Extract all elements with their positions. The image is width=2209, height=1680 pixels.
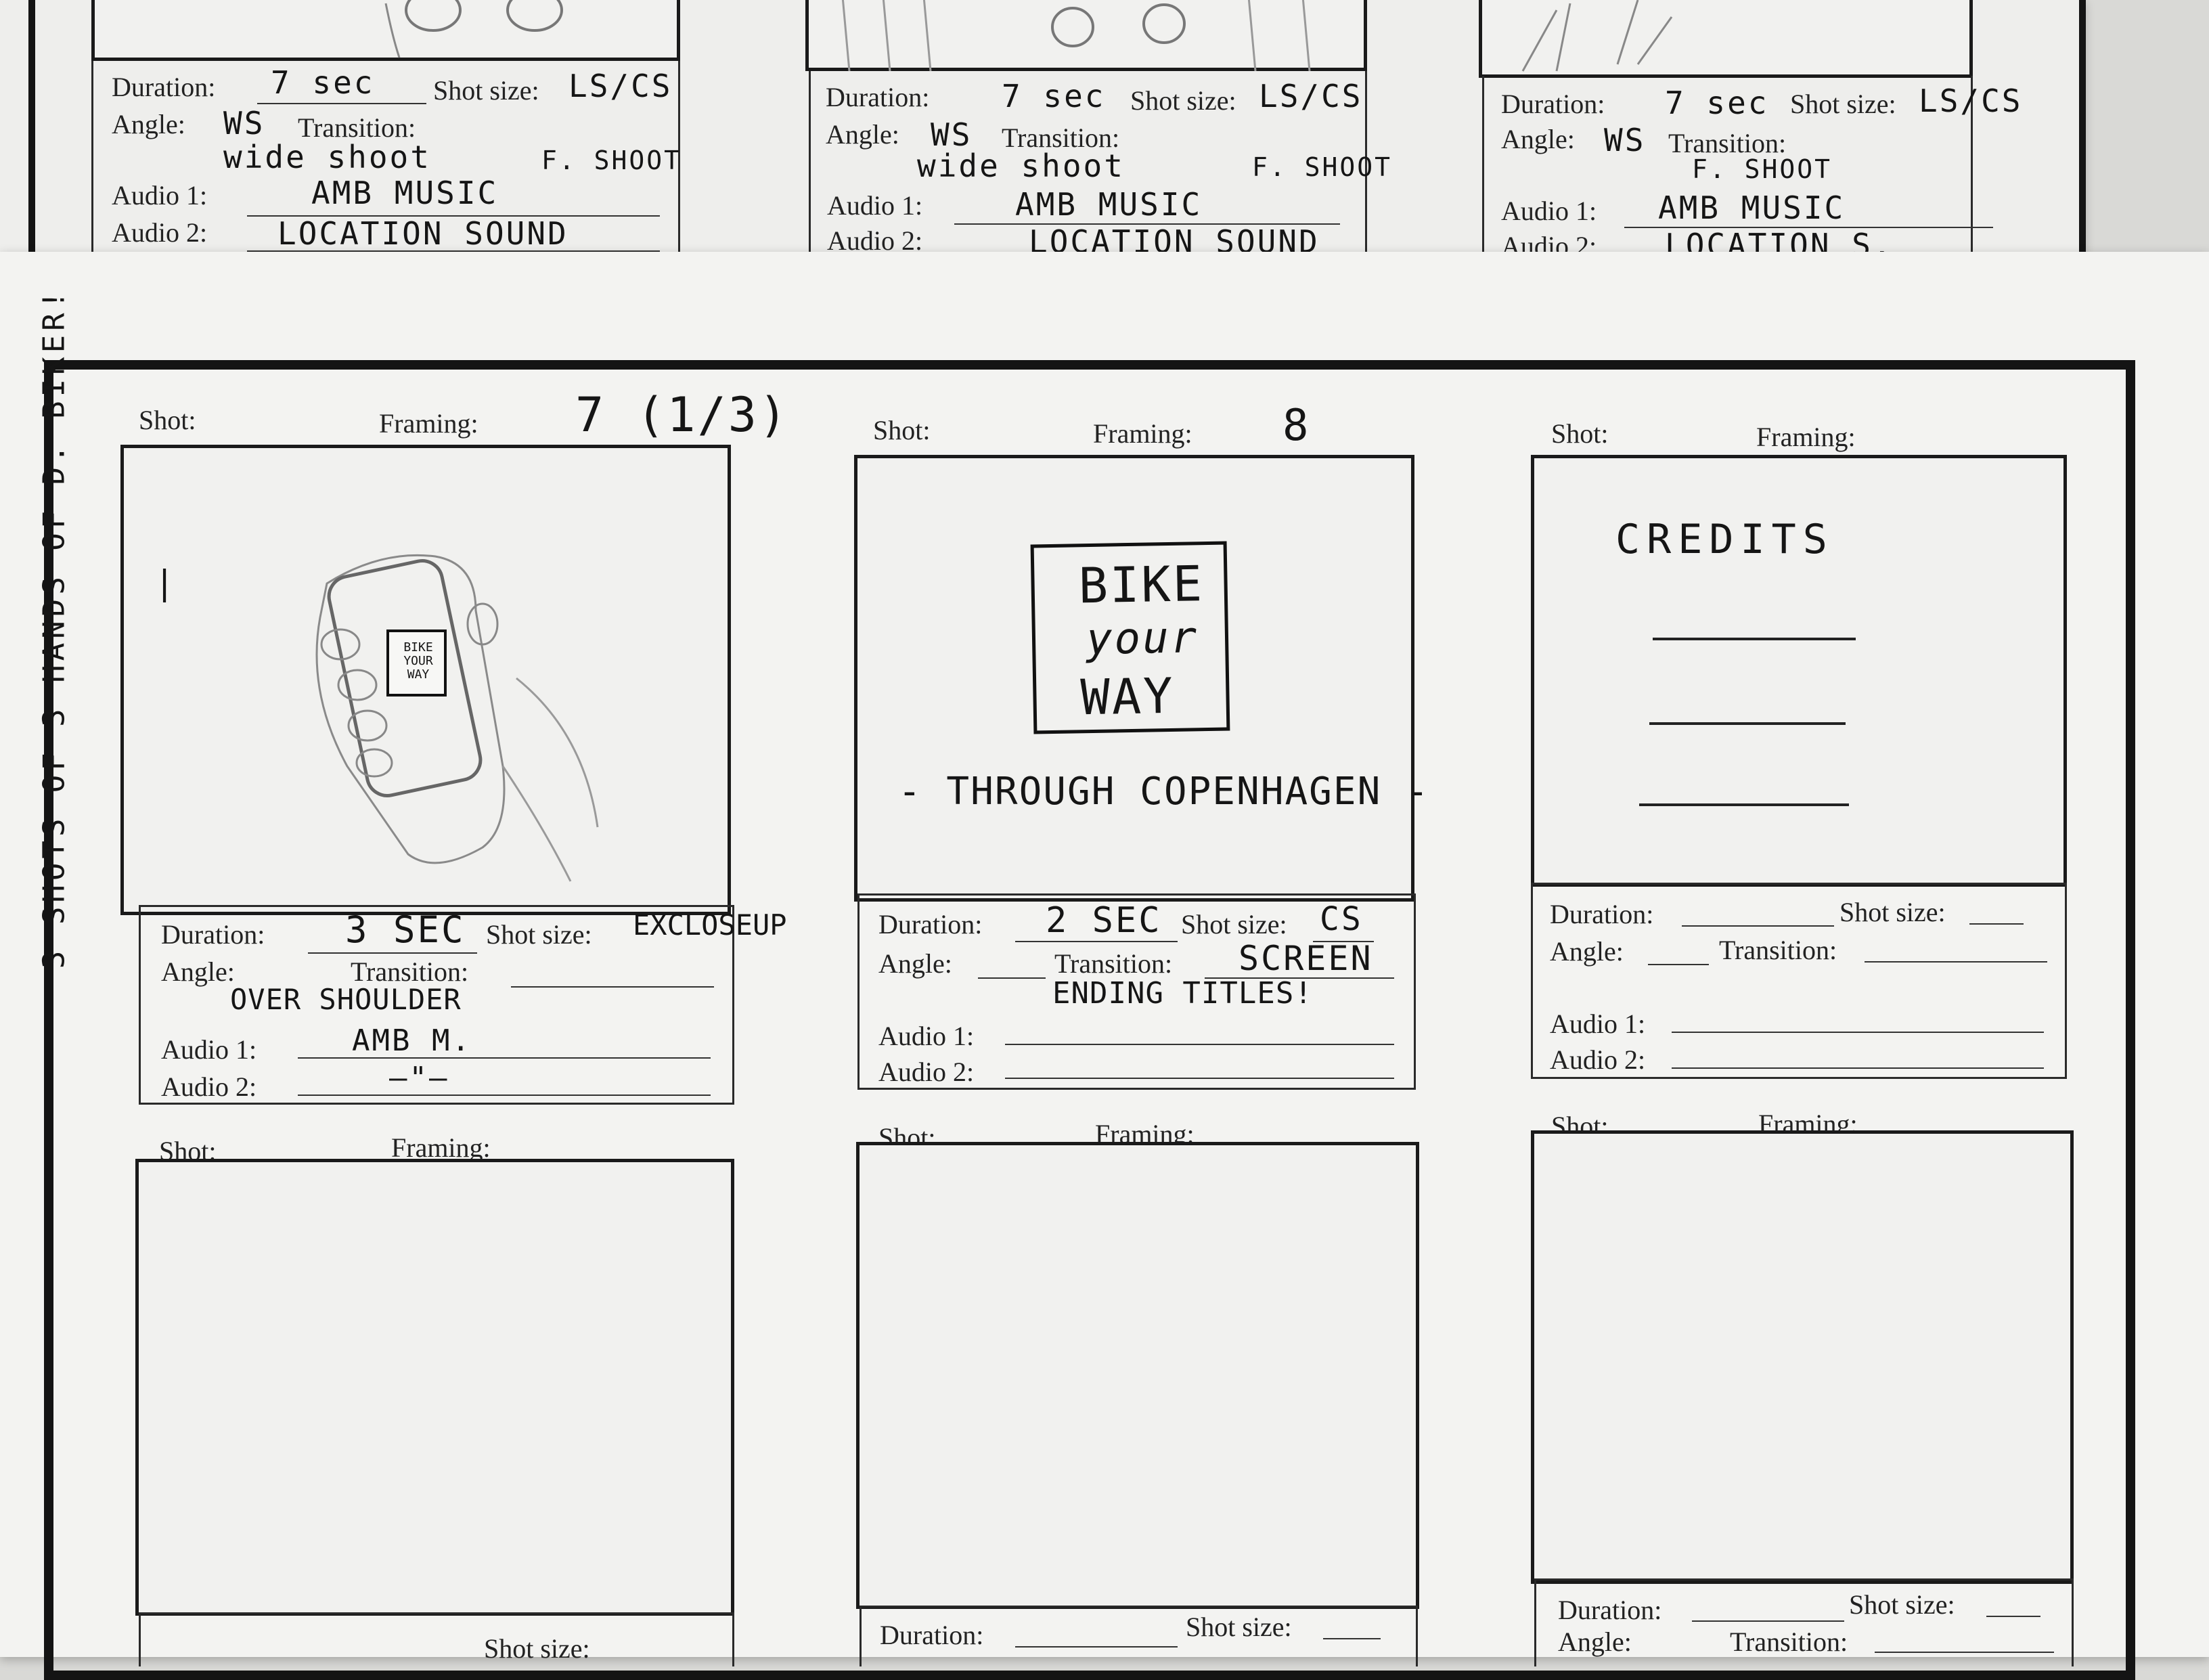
duration-value: 7 sec	[1002, 78, 1106, 114]
shot-size-value: EXCLOSEUP	[633, 908, 787, 942]
shot-size-label: Shot size:	[1130, 85, 1236, 116]
transition-label: Transition:	[1730, 1627, 1848, 1657]
angle-value: WS	[1604, 122, 1646, 158]
transition-note: ENDING TITLES!	[1052, 976, 1313, 1011]
duration-label: Duration:	[880, 1620, 984, 1650]
audio1-label: Audio 1:	[878, 1021, 975, 1051]
bike-sketch	[841, 0, 1311, 72]
shot-size-value: LS/CS	[1259, 78, 1363, 114]
transition-value: SCREEN	[1239, 939, 1373, 978]
duration-label: Duration:	[878, 909, 983, 940]
audio1-label: Audio 1:	[161, 1034, 257, 1065]
panel-4-image	[135, 1159, 734, 1616]
title-card-sign: BIKE your WAY	[1030, 541, 1230, 734]
phone-screen-text: BIKE YOUR WAY	[403, 640, 433, 682]
shot-size-label: Shot size:	[1790, 89, 1896, 119]
duration-value: 2 SEC	[1046, 900, 1162, 941]
title-card-line-3: WAY	[1079, 667, 1176, 726]
shot-size-label: Shot size:	[1849, 1589, 1955, 1620]
transition-label: Transition:	[1719, 935, 1837, 965]
audio1-label: Audio 1:	[1550, 1009, 1646, 1039]
angle-note: wide shoot	[917, 148, 1125, 184]
audio2-label: Audio 2:	[112, 217, 208, 248]
back-panel-3-image	[1479, 0, 1973, 78]
hand-holding-phone-sketch	[315, 554, 599, 882]
shot-label: Shot:	[873, 415, 931, 445]
transition-value: F. SHOOT	[541, 146, 682, 175]
panel-3-image: CREDITS	[1531, 455, 2067, 887]
framing-label: Framing:	[1093, 418, 1192, 449]
audio1-value: AMB MUSIC	[1658, 190, 1846, 226]
panel-6-image	[1531, 1130, 2074, 1584]
duration-label: Duration:	[1558, 1595, 1662, 1625]
framing-note: 8	[1282, 401, 1311, 451]
shot-size-label: Shot size:	[486, 919, 592, 950]
panel-5-image	[856, 1142, 1419, 1609]
shot-size-value: LS/CS	[1919, 83, 2023, 119]
panel-1-image: | BIKE YOUR WAY	[120, 445, 731, 915]
shot-size-label: Shot size:	[1181, 909, 1287, 940]
audio2-label: Audio 2:	[161, 1071, 257, 1102]
back-storyboard-sheet: Duration: 7 sec Shot size: LS/CS Angle: …	[0, 0, 2086, 305]
credits-line-2	[1649, 722, 1846, 725]
shot-label: Shot:	[1551, 418, 1609, 449]
shot-size-label: Shot size:	[484, 1633, 590, 1664]
duration-label: Duration:	[112, 72, 216, 102]
transition-value: F. SHOOT	[1252, 152, 1393, 182]
duration-label: Duration:	[826, 82, 930, 112]
angle-note: OVER SHOULDER	[230, 983, 462, 1016]
duration-value: 7 sec	[1665, 85, 1769, 121]
angle-label: Angle:	[161, 956, 235, 987]
audio1-value: AMB MUSIC	[311, 175, 499, 211]
angle-label: Angle:	[878, 948, 952, 979]
framing-note: 7 (1/3)	[575, 387, 790, 443]
framing-label: Framing:	[1756, 422, 1856, 452]
shot-size-value: LS/CS	[568, 68, 673, 104]
shot-size-label: Shot size:	[1839, 897, 1946, 927]
audio2-value: —"—	[389, 1061, 449, 1095]
audio2-value: LOCATION SOUND	[277, 215, 568, 252]
angle-label: Angle:	[112, 109, 185, 139]
credits-line-3	[1639, 803, 1849, 806]
angle-value: WS	[223, 105, 265, 141]
title-subtitle: - THROUGH COPENHAGEN -	[898, 770, 1430, 814]
audio1-value: AMB M.	[352, 1023, 472, 1058]
audio2-label: Audio 2:	[1550, 1044, 1646, 1075]
angle-note: wide shoot	[223, 139, 431, 175]
duration-label: Duration:	[1501, 89, 1605, 119]
framing-label: Framing:	[379, 408, 478, 439]
title-card-line-2: your	[1086, 613, 1199, 665]
bike-sketch	[384, 0, 563, 58]
credits-line-1	[1653, 638, 1856, 640]
audio1-label: Audio 1:	[112, 180, 208, 211]
shot-size-label: Shot size:	[1186, 1612, 1292, 1642]
duration-value: 3 SEC	[345, 908, 466, 951]
angle-label: Angle:	[826, 119, 899, 150]
transition-label: Transition:	[1054, 948, 1173, 979]
angle-label: Angle:	[1501, 124, 1575, 154]
shot-size-value: CS	[1320, 900, 1363, 938]
angle-label: Angle:	[1550, 936, 1624, 967]
title-card-line-1: BIKE	[1077, 555, 1205, 615]
audio1-value: AMB MUSIC	[1015, 186, 1203, 223]
panel-2-image: BIKE your WAY - THROUGH COPENHAGEN -	[854, 455, 1429, 902]
duration-value: 7 sec	[271, 64, 375, 101]
back-panel-2-image	[805, 0, 1367, 72]
transition-value: F. SHOOT	[1692, 154, 1833, 184]
shot-size-label: Shot size:	[433, 75, 539, 106]
back-panel-1-image	[91, 0, 680, 61]
tree-sketch	[1521, 0, 1673, 72]
audio1-label: Audio 1:	[1501, 196, 1597, 226]
duration-label: Duration:	[161, 919, 265, 950]
audio1-label: Audio 1:	[827, 190, 923, 221]
duration-label: Duration:	[1550, 899, 1654, 929]
credits-title: CREDITS	[1615, 516, 1834, 563]
side-note: 3 SHOTS OF 3 HANDS OF D. BIKER!	[37, 286, 72, 969]
angle-label: Angle:	[1558, 1627, 1632, 1657]
panel-4-info	[139, 1612, 734, 1666]
front-storyboard-sheet: 3 SHOTS OF 3 HANDS OF D. BIKER! Shot: Fr…	[0, 252, 2209, 1680]
shot-label: Shot:	[139, 405, 196, 435]
audio2-label: Audio 2:	[878, 1057, 975, 1087]
